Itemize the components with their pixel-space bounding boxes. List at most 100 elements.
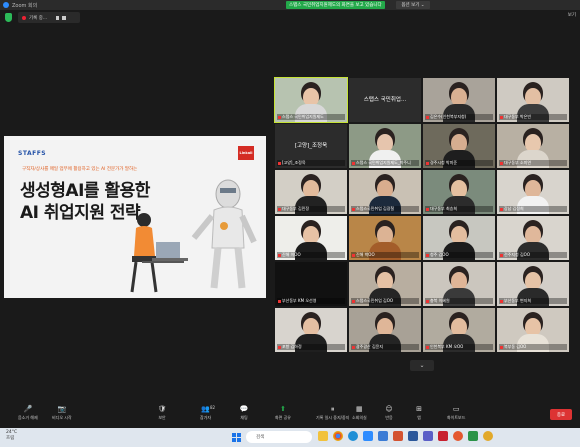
participant-name: 부산동부 KM 오선영 (277, 298, 345, 304)
security-shield-icon[interactable] (5, 13, 12, 22)
share-banner: 스탭스 국민취업지원제도의 화면을 보고 있습니다 (286, 1, 385, 9)
participant-tile[interactable]: 부산동부 변지희 (497, 262, 569, 306)
view-button[interactable]: 보기 (568, 12, 576, 18)
windows-start-icon[interactable] (232, 433, 241, 442)
powerpoint-icon[interactable] (393, 431, 403, 441)
participant-tile[interactable]: 대구동부 소미연 (497, 124, 569, 168)
pause-icon[interactable] (56, 15, 60, 20)
toolbar-label: 비디오 시작 (52, 415, 72, 420)
participant-tile[interactable]: 스탭스국민취업 김광철 (349, 170, 421, 214)
end-meeting-button[interactable]: 종료 (550, 409, 572, 420)
whiteboard-icon: ▭ (452, 405, 460, 413)
toolbar-button[interactable]: ▭ 화이트보드 (447, 405, 465, 421)
toolbar-button[interactable]: 🎤 음소거 해제 (18, 405, 38, 421)
mic-muted-icon (426, 161, 429, 165)
toolbar-button[interactable]: 👥 참가자 82 (200, 405, 215, 421)
participant-tile[interactable]: 스탭스 국민취업지원제도_박주니 (349, 124, 421, 168)
toolbar-label: 참가자 (200, 415, 212, 420)
participant-name: 스탭스국민취업 김광철 (351, 206, 419, 212)
mic-muted-icon (278, 207, 281, 211)
participant-name-text: 진해 이OO (282, 252, 301, 257)
participant-name-text: 대구동부 소미연 (504, 160, 532, 165)
participant-name: 김은수(인천북부지청) (425, 114, 493, 120)
stop-icon[interactable] (62, 15, 67, 20)
participant-tile[interactable]: 대구동부 김민정 (275, 170, 347, 214)
participant-tile[interactable]: 전주지청 김OO (497, 216, 569, 260)
participant-name: 청주 김OO (425, 252, 493, 258)
app-icon-2[interactable] (483, 431, 493, 441)
word-icon[interactable] (408, 431, 418, 441)
toolbar-button[interactable]: ☺ 반응 (385, 405, 393, 421)
photoshop-icon[interactable] (453, 431, 463, 441)
recording-indicator[interactable]: 기록 중... (18, 12, 80, 23)
mic-muted-icon (500, 207, 503, 211)
edge-icon[interactable] (348, 431, 358, 441)
mic-muted-icon: 🎤 (23, 405, 33, 413)
zoom-app-icon[interactable] (363, 431, 373, 441)
chevron-down-icon[interactable]: ⌄ (410, 360, 434, 371)
participant-tile[interactable]: 진해 박OO (349, 216, 421, 260)
participant-name-text: [고양]_조정욱 (282, 160, 306, 165)
participant-tile[interactable]: 포항 김하정 (275, 308, 347, 352)
participant-tile[interactable]: 광주광산 김윤지 (349, 308, 421, 352)
participant-tile[interactable]: 충북 이혜원 (423, 262, 495, 306)
participant-tile[interactable]: 스탭스국민취업 김OO (349, 262, 421, 306)
participant-name-text: 대구동부 최승희 (430, 206, 458, 211)
toolbar-button[interactable]: 📷 비디오 시작 (52, 405, 72, 421)
participant-tile[interactable]: 청주 김OO (423, 216, 495, 260)
slide-brand: STAFFS (18, 150, 47, 157)
shared-screen-slide: STAFFS Linkall 구직자/상사를 매일 업무에 활용하고 있는 AI… (4, 136, 266, 298)
participant-tile[interactable]: 스탭스 국민취업지원제도 (274, 77, 348, 123)
participant-name-text: 진해 박OO (356, 252, 375, 257)
participant-tile[interactable]: 부산동부 KM 오선영 (275, 262, 347, 306)
participant-tile[interactable]: 김은수(인천북부지청) (423, 78, 495, 122)
toolbar-button[interactable]: ⏸ 기록 일시 중지/중지 (316, 405, 349, 421)
view-options-button[interactable]: 옵션 보기 ⌄ (396, 1, 430, 9)
toolbar-label: 보안 (158, 415, 166, 420)
store-icon[interactable] (378, 431, 388, 441)
participant-tile[interactable]: 북부동 김OO (497, 308, 569, 352)
slide-badge: Linkall (238, 146, 254, 160)
participant-name: 강남 김정희 (499, 206, 567, 212)
pause-record-icon: ⏸ (330, 404, 335, 413)
participants-icon: 👥 (201, 405, 210, 413)
participant-name-text: 전주지청 김OO (504, 252, 530, 257)
participant-name-text: 부산동부 변지희 (504, 298, 532, 303)
participant-tile[interactable]: 경주시청 박미준 (423, 124, 495, 168)
chrome-icon[interactable] (333, 431, 343, 441)
participant-tile[interactable]: [고양]_조정욱 [고양]_조정욱 (275, 124, 347, 168)
toolbar-button[interactable]: 🛡 보안 (158, 405, 167, 421)
teams-icon[interactable] (423, 431, 433, 441)
participant-tile[interactable]: 진해 이OO (275, 216, 347, 260)
participant-tile[interactable]: 스탭스 국민취업... (349, 78, 421, 122)
participant-name-text: 스탭스 국민취업지원제도_박주니 (356, 160, 411, 165)
toolbar-button[interactable]: ⊞ 앱 (415, 405, 423, 421)
participant-tile[interactable]: 강남 김정희 (497, 170, 569, 214)
participant-tile[interactable]: 대구동부 박은빈 (497, 78, 569, 122)
apps-icon: ⊞ (416, 405, 422, 413)
toolbar-button[interactable]: ⬆ 화면 공유 (275, 405, 291, 421)
app-icon[interactable] (468, 431, 478, 441)
zoom-logo-icon (3, 2, 9, 8)
toolbar-label: 화면 공유 (275, 415, 291, 420)
toolbar-button[interactable]: 💬 채팅 (240, 405, 249, 421)
person-laptop-illustration (130, 213, 188, 293)
toolbar-label: 반응 (385, 415, 393, 420)
record-dot-icon (22, 15, 26, 20)
participant-name-text: 경주시청 박미준 (430, 160, 458, 165)
mic-muted-icon (352, 161, 355, 165)
participant-name-text: 대구동부 박은빈 (504, 114, 532, 119)
window-title: Zoom 회의 (12, 2, 38, 9)
toolbar-button[interactable]: ▦ 소회의실 (352, 405, 367, 421)
acrobat-icon[interactable] (438, 431, 448, 441)
taskbar-search-input[interactable]: 검색 (246, 431, 312, 443)
mic-muted-icon (278, 345, 281, 349)
participant-name: 진해 박OO (351, 252, 419, 258)
mic-muted-icon (278, 253, 281, 257)
file-explorer-icon[interactable] (318, 431, 328, 441)
participant-tile[interactable]: 인천북부 KM 오OO (423, 308, 495, 352)
participant-name-text: 스탭스국민취업 김OO (356, 298, 394, 303)
participant-tile[interactable]: 대구동부 최승희 (423, 170, 495, 214)
weather-widget[interactable]: 24°C 흐림 (6, 430, 17, 442)
participant-name: 전주지청 김OO (499, 252, 567, 258)
